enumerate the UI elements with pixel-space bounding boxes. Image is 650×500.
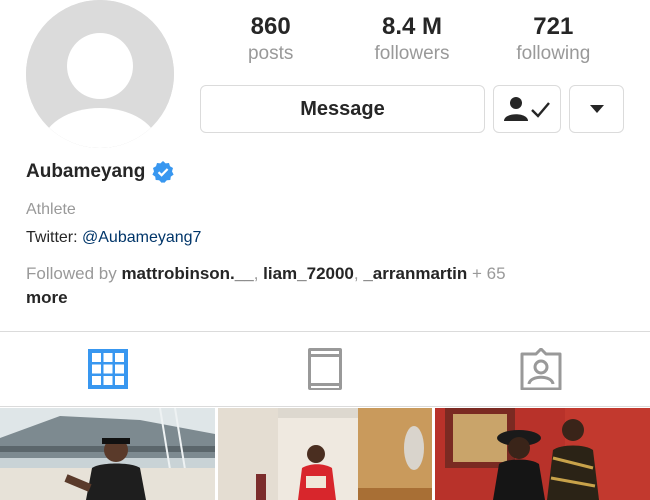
post-thumbnail[interactable] [218, 408, 432, 500]
followers-count: 8.4 M [381, 13, 442, 40]
divider [0, 406, 650, 407]
post-image-1 [0, 408, 215, 500]
more-options-button[interactable] [569, 85, 624, 133]
feed-icon [308, 348, 342, 390]
profile-username: Aubameyang [26, 161, 146, 182]
followed-by-user[interactable]: _arranmartin [363, 264, 467, 283]
profile-category: Athlete [26, 201, 76, 218]
profile-avatar[interactable] [26, 0, 174, 148]
tagged-icon [520, 348, 562, 390]
followed-by-user[interactable]: mattrobinson.__ [121, 264, 253, 283]
following-button[interactable] [493, 85, 561, 133]
caret-down-icon [589, 105, 604, 113]
followed-by-text[interactable]: Followed by mattrobinson.__, liam_72000,… [26, 262, 626, 310]
default-avatar-icon [26, 0, 174, 148]
bio-prefix: Twitter: [26, 229, 83, 246]
bio-twitter-link[interactable]: @Aubameyang7 [82, 229, 201, 246]
posts-count: 860 [250, 13, 291, 40]
post-thumbnail[interactable] [435, 408, 650, 500]
posts-stat[interactable]: 860 posts [200, 12, 341, 68]
followers-label: followers [374, 43, 450, 64]
person-check-icon [504, 97, 550, 121]
divider [0, 331, 650, 332]
tab-feed[interactable] [301, 345, 349, 393]
posts-label: posts [247, 43, 294, 64]
followed-by-count: + 65 [472, 264, 506, 283]
following-count: 721 [533, 13, 574, 40]
profile-name-row: Aubameyang [26, 160, 175, 184]
grid-icon [88, 349, 128, 389]
post-thumbnail[interactable] [0, 408, 215, 500]
followers-stat[interactable]: 8.4 M followers [341, 12, 482, 68]
tab-grid[interactable] [84, 345, 132, 393]
post-image-2 [218, 408, 432, 500]
profile-bio: Twitter: @Aubameyang7 [26, 229, 201, 247]
tab-tagged[interactable] [517, 345, 565, 393]
message-button[interactable]: Message [200, 85, 485, 133]
followed-by-more: more [26, 288, 68, 307]
post-image-3 [435, 408, 650, 500]
verified-badge-icon [152, 161, 174, 183]
followed-by-prefix: Followed by [26, 264, 122, 283]
profile-stats: 860 posts 8.4 M followers 721 following [200, 12, 624, 68]
following-stat[interactable]: 721 following [483, 12, 624, 68]
following-label: following [516, 43, 591, 64]
followed-by-user[interactable]: liam_72000 [263, 264, 354, 283]
